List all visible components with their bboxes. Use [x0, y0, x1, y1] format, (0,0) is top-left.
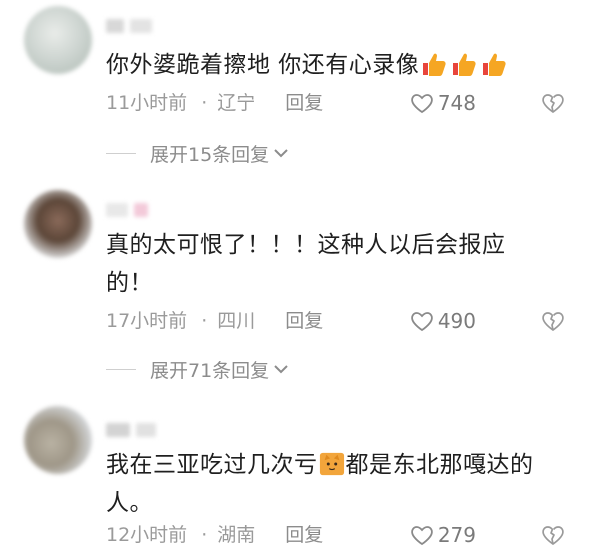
thumbs-up-icon	[449, 52, 479, 78]
cat-face-icon	[318, 452, 346, 478]
divider-line	[106, 152, 136, 154]
separator-dot: ·	[201, 524, 208, 546]
dislike-button[interactable]	[540, 90, 566, 116]
comment-text-line-2: 的！	[106, 270, 153, 296]
comment-text-main: 你外婆跪着擦地 你还有心录像	[106, 52, 420, 78]
separator-dot: ·	[201, 92, 208, 114]
divider-line	[106, 368, 136, 370]
broken-heart-icon	[542, 312, 564, 331]
dislike-button[interactable]	[540, 308, 566, 334]
comment-text: 你外婆跪着擦地 你还有心录像	[106, 46, 576, 84]
avatar[interactable]	[24, 406, 92, 474]
username-blurred[interactable]	[106, 422, 162, 438]
comment-meta: 11小时前 · 辽宁 回复 748	[106, 90, 570, 116]
location: 湖南	[217, 524, 256, 546]
timestamp: 17小时前	[106, 310, 188, 332]
like-count: 279	[437, 523, 476, 547]
like-count: 490	[437, 309, 476, 333]
heart-icon	[411, 526, 433, 546]
avatar[interactable]	[24, 190, 92, 258]
reply-button[interactable]: 回复	[285, 522, 323, 548]
chevron-down-icon	[274, 149, 288, 158]
comment-text-line-1: 真的太可恨了！！！这种人以后会报应	[106, 232, 506, 258]
broken-heart-icon	[542, 94, 564, 113]
broken-heart-icon	[542, 526, 564, 545]
timestamp: 11小时前	[106, 92, 188, 114]
comment-text-line-2: 人。	[106, 490, 153, 516]
comment-text: 真的太可恨了！！！这种人以后会报应 的！	[106, 226, 576, 302]
like-button[interactable]: 748	[410, 90, 476, 116]
comment-text-line-1a: 我在三亚吃过几次亏	[106, 452, 318, 478]
comment-text-line-1b: 都是东北那嘎达的	[345, 452, 534, 478]
expand-replies-label: 展开15条回复	[150, 143, 270, 166]
username-blurred[interactable]	[106, 202, 154, 218]
username-blurred[interactable]	[106, 18, 158, 34]
reply-button[interactable]: 回复	[285, 90, 323, 116]
comment-meta: 17小时前 · 四川 回复 490	[106, 308, 570, 334]
like-button[interactable]: 490	[410, 308, 476, 334]
dislike-button[interactable]	[540, 522, 566, 548]
separator-dot: ·	[201, 310, 208, 332]
thumbs-up-icon	[479, 52, 509, 78]
like-count: 748	[437, 91, 476, 115]
expand-replies-button[interactable]: 展开15条回复	[106, 140, 289, 166]
like-button[interactable]: 279	[410, 522, 476, 548]
timestamp: 12小时前	[106, 524, 188, 546]
chevron-down-icon	[274, 365, 288, 374]
location: 四川	[217, 310, 256, 332]
expand-replies-label: 展开71条回复	[150, 359, 270, 382]
heart-icon	[411, 94, 433, 114]
location: 辽宁	[217, 92, 256, 114]
expand-replies-button[interactable]: 展开71条回复	[106, 356, 289, 382]
comment-text: 我在三亚吃过几次亏 都是东北那嘎达的 人。	[106, 446, 576, 522]
comment-meta: 12小时前 · 湖南 回复 279	[106, 522, 570, 548]
heart-icon	[411, 312, 433, 332]
avatar[interactable]	[24, 6, 92, 74]
thumbs-up-icon	[419, 52, 449, 78]
reply-button[interactable]: 回复	[285, 308, 323, 334]
